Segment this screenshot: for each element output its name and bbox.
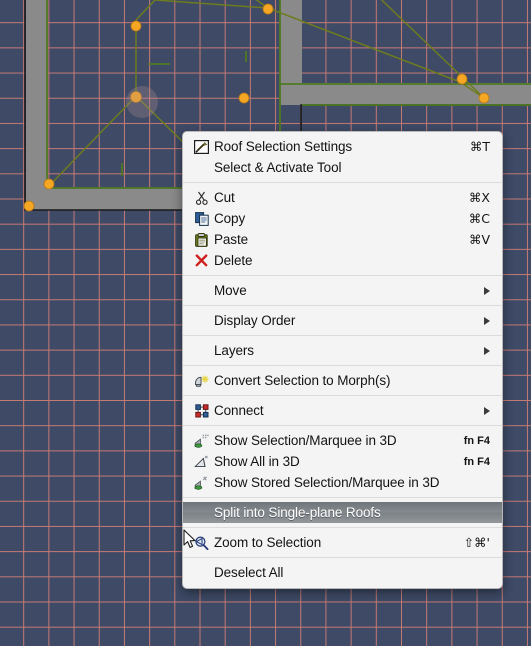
menu-item-delete[interactable]: Delete: [183, 250, 502, 271]
submenu-arrow-icon: [484, 346, 490, 355]
submenu-arrow-icon: [484, 286, 490, 295]
menu-item-label: Roof Selection Settings: [214, 139, 353, 154]
menu-item-show-stored-selection-marquee-in-3d[interactable]: Show Stored Selection/Marquee in 3D: [183, 472, 502, 493]
no-icon-spacer: [193, 343, 210, 359]
menu-group: Deselect All: [183, 562, 502, 583]
screen: Roof Selection Settings ⌘T Select & Activa…: [0, 0, 531, 646]
no-icon-spacer: [193, 565, 210, 581]
menu-item-label: Deselect All: [214, 565, 284, 580]
menu-item-label: Show All in 3D: [214, 454, 300, 469]
menu-item-label: Zoom to Selection: [214, 535, 322, 550]
menu-item-shortcut: ⌘T: [469, 139, 490, 154]
menu-item-label: Display Order: [214, 313, 296, 328]
menu-group: Cut ⌘X Copy ⌘C Paste ⌘V Delete: [183, 187, 502, 271]
menu-item-label: Show Stored Selection/Marquee in 3D: [214, 475, 440, 490]
no-icon-spacer: [193, 313, 210, 329]
menu-item-label: Move: [214, 283, 247, 298]
submenu-arrow-icon: [484, 316, 490, 325]
menu-group: Show Selection/Marquee in 3D fn F4 Show Al…: [183, 430, 502, 493]
menu-separator: [183, 395, 502, 396]
menu-separator: [183, 275, 502, 276]
menu-item-convert-selection-to-morph-s[interactable]: Convert Selection to Morph(s): [183, 370, 502, 391]
menu-item-copy[interactable]: Copy ⌘C: [183, 208, 502, 229]
copy-icon: [193, 211, 210, 227]
show-in-3d-icon: [193, 433, 210, 449]
menu-item-shortcut: fn F4: [463, 455, 490, 468]
menu-item-label: Delete: [214, 253, 253, 268]
show-stored-3d-icon: [193, 475, 210, 491]
menu-separator: [183, 305, 502, 306]
menu-item-shortcut: fn F4: [463, 434, 490, 447]
zoom-selection-icon: [193, 535, 210, 551]
menu-item-label: Show Selection/Marquee in 3D: [214, 433, 397, 448]
menu-item-label: Cut: [214, 190, 235, 205]
menu-separator: [183, 497, 502, 498]
menu-group: Layers: [183, 340, 502, 361]
menu-item-shortcut: ⌘X: [468, 190, 490, 205]
submenu-arrow-icon: [484, 406, 490, 415]
menu-separator: [183, 425, 502, 426]
menu-item-shortcut: ⇧⌘': [463, 535, 490, 550]
menu-item-roof-selection-settings[interactable]: Roof Selection Settings ⌘T: [183, 136, 502, 157]
menu-item-label: Copy: [214, 211, 246, 226]
menu-item-show-selection-marquee-in-3d[interactable]: Show Selection/Marquee in 3D fn F4: [183, 430, 502, 451]
menu-item-select-activate-tool[interactable]: Select & Activate Tool: [183, 157, 502, 178]
menu-group: Zoom to Selection ⇧⌘': [183, 532, 502, 553]
menu-item-label: Layers: [214, 343, 254, 358]
connect-icon: [193, 403, 210, 419]
menu-separator: [183, 557, 502, 558]
menu-separator: [183, 182, 502, 183]
menu-item-cut[interactable]: Cut ⌘X: [183, 187, 502, 208]
menu-separator: [183, 527, 502, 528]
no-icon-spacer: [193, 283, 210, 299]
context-menu[interactable]: Roof Selection Settings ⌘T Select & Activa…: [182, 131, 503, 589]
menu-item-show-all-in-3d[interactable]: Show All in 3D fn F4: [183, 451, 502, 472]
delete-x-icon: [193, 253, 210, 269]
menu-item-connect[interactable]: Connect: [183, 400, 502, 421]
menu-separator: [183, 365, 502, 366]
menu-group: Display Order: [183, 310, 502, 331]
menu-group: Convert Selection to Morph(s): [183, 370, 502, 391]
menu-separator: [183, 335, 502, 336]
menu-item-label: Select & Activate Tool: [214, 160, 342, 175]
menu-group: Connect: [183, 400, 502, 421]
roof-selection-settings-icon: [193, 139, 210, 155]
menu-group: Move: [183, 280, 502, 301]
menu-item-paste[interactable]: Paste ⌘V: [183, 229, 502, 250]
menu-item-label: Connect: [214, 403, 264, 418]
menu-item-deselect-all[interactable]: Deselect All: [183, 562, 502, 583]
show-all-3d-icon: [193, 454, 210, 470]
menu-group: Roof Selection Settings ⌘T Select & Activa…: [183, 136, 502, 178]
scissors-icon: [193, 190, 210, 206]
clipboard-paste-icon: [193, 232, 210, 248]
menu-item-label: Split into Single-plane Roofs: [214, 505, 381, 520]
menu-group: Split into Single-plane Roofs: [183, 502, 502, 523]
menu-item-split-into-single-plane-roofs[interactable]: Split into Single-plane Roofs: [183, 502, 502, 523]
convert-morph-icon: [193, 373, 210, 389]
menu-item-label: Convert Selection to Morph(s): [214, 373, 391, 388]
menu-item-shortcut: ⌘C: [468, 211, 490, 226]
menu-item-layers[interactable]: Layers: [183, 340, 502, 361]
menu-item-move[interactable]: Move: [183, 280, 502, 301]
no-icon-spacer: [193, 160, 210, 176]
selection-highlight-glow: [126, 86, 158, 118]
menu-item-label: Paste: [214, 232, 249, 247]
menu-item-zoom-to-selection[interactable]: Zoom to Selection ⇧⌘': [183, 532, 502, 553]
no-icon-spacer: [193, 505, 210, 521]
menu-item-shortcut: ⌘V: [468, 232, 490, 247]
menu-item-display-order[interactable]: Display Order: [183, 310, 502, 331]
